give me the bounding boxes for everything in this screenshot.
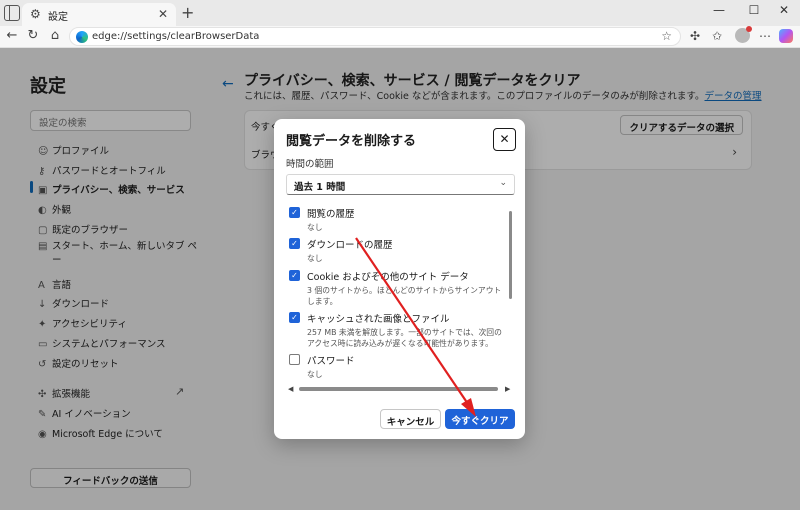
close-window-button[interactable]: ✕ (774, 3, 794, 17)
clear-data-dialog: 閲覧データを削除する ✕ 時間の範囲 過去 1 時間 ⌄ ✓ 閲覧の履歴 なし … (274, 119, 525, 439)
time-range-select[interactable]: 過去 1 時間 ⌄ (286, 174, 515, 195)
home-icon[interactable]: ⌂ (46, 28, 64, 43)
avatar[interactable] (735, 26, 752, 43)
address-bar[interactable]: edge://settings/clearBrowserData ☆ (69, 27, 681, 46)
scroll-left-icon[interactable]: ◀ (288, 385, 293, 393)
chevron-down-icon: ⌄ (499, 178, 507, 188)
tab-actions-icon[interactable] (4, 5, 20, 21)
back-icon[interactable]: ← (3, 28, 21, 43)
close-button[interactable]: ✕ (493, 128, 516, 151)
checkbox-unchecked[interactable] (289, 354, 300, 365)
tab-close-icon[interactable]: ✕ (158, 7, 168, 21)
favorite-star-icon[interactable]: ☆ (661, 29, 672, 43)
title-bar: ⚙ 設定 ✕ + — ☐ ✕ (0, 0, 800, 26)
checkbox-checked[interactable]: ✓ (289, 312, 300, 323)
maximize-button[interactable]: ☐ (744, 3, 764, 17)
tab-settings[interactable]: ⚙ 設定 ✕ (22, 3, 176, 26)
url-text: edge://settings/clearBrowserData (92, 31, 260, 42)
edge-logo-icon (76, 31, 88, 43)
refresh-icon[interactable]: ↻ (24, 28, 42, 43)
extensions-icon[interactable]: ✣ (690, 29, 700, 43)
minimize-button[interactable]: — (709, 3, 729, 17)
more-icon[interactable]: ⋯ (759, 29, 771, 43)
favorites-icon[interactable]: ✩ (712, 29, 722, 43)
checkbox-checked[interactable]: ✓ (289, 207, 300, 218)
vertical-scrollbar[interactable] (509, 211, 512, 299)
time-range-label: 時間の範囲 (286, 159, 334, 170)
dialog-title: 閲覧データを削除する (286, 134, 417, 149)
toolbar: ← ↻ ⌂ edge://settings/clearBrowserData ☆… (0, 26, 800, 48)
copilot-icon[interactable] (779, 29, 793, 43)
scroll-right-icon[interactable]: ▶ (505, 385, 510, 393)
new-tab-button[interactable]: + (181, 3, 194, 22)
tab-title: 設定 (48, 12, 68, 23)
data-options-list: ✓ 閲覧の履歴 なし ✓ ダウンロードの履歴 なし ✓ Cookie およびその… (286, 203, 515, 383)
cancel-button[interactable]: キャンセル (380, 409, 441, 429)
gear-icon: ⚙ (30, 7, 41, 21)
checkbox-checked[interactable]: ✓ (289, 270, 300, 281)
clear-now-button[interactable]: 今すぐクリア (445, 409, 515, 429)
horizontal-scrollbar[interactable] (299, 387, 498, 391)
checkbox-checked[interactable]: ✓ (289, 238, 300, 249)
